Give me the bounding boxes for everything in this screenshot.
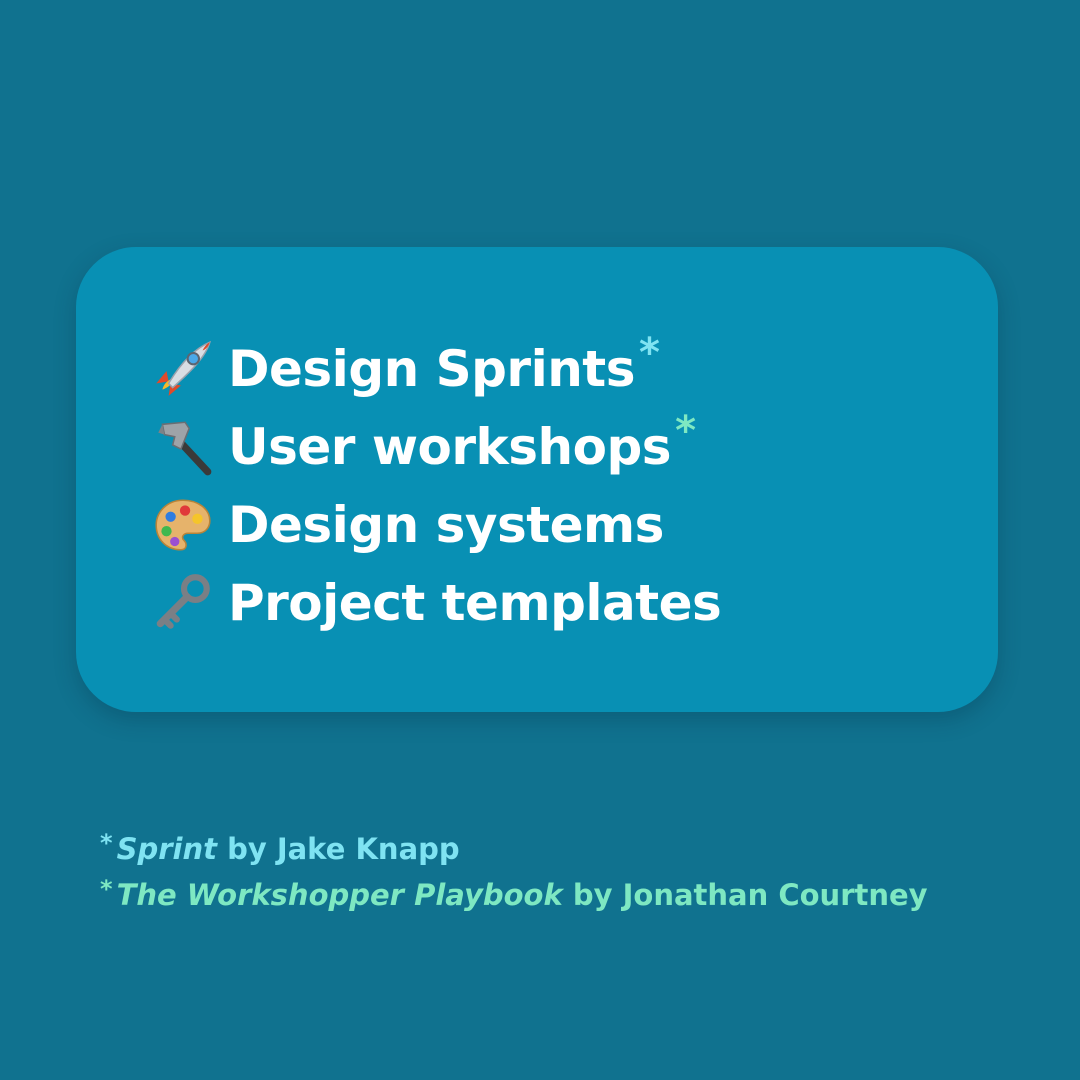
item-label: Project templates [228,574,722,632]
book-title: Sprint [116,832,217,866]
list-item-project-templates: Project templates [150,564,725,642]
footnote-marker: * [100,875,113,903]
list-item-user-workshops: User workshops * [150,408,725,486]
item-label: User workshops [228,418,672,476]
item-label: Design systems [228,496,664,554]
book-author: by Jake Knapp [216,832,460,866]
services-list: Design Sprints * User workshops * Design s… [150,330,725,642]
footnote-marker: * [100,829,113,857]
rocket-icon [156,340,212,396]
footnote-workshopper: * The Workshopper Playbook by Jonathan Co… [100,872,928,918]
hammer-icon [158,421,212,476]
footnote-marker: * [675,408,696,454]
book-author: by Jonathan Courtney [562,878,928,912]
footnotes: * Sprint by Jake Knapp * The Workshopper P… [100,826,928,918]
list-item-design-systems: Design systems [150,486,725,564]
list-item-design-sprints: Design Sprints * [150,330,725,408]
palette-icon [155,499,211,551]
footnote-marker: * [638,330,660,376]
item-label: Design Sprints [228,340,635,398]
footnote-sprint: * Sprint by Jake Knapp [100,826,928,872]
book-title: The Workshopper Playbook [116,878,563,912]
key-icon [156,574,210,629]
